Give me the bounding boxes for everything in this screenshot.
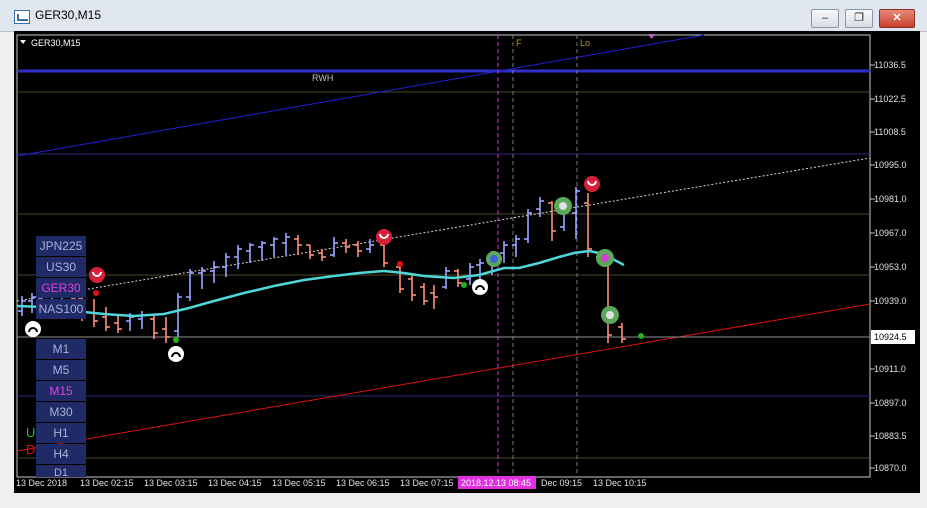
chart-area[interactable]: RWH F Lo GER30,M15 JPN225 US30 GER30 NAS… [14, 31, 920, 493]
timeframe-label-m30: M30 [49, 405, 73, 419]
price-label: 10995.0 [874, 160, 907, 170]
price-label: 10870.0 [874, 463, 907, 473]
minimize-button[interactable]: – [811, 9, 839, 28]
close-button[interactable]: ✕ [879, 9, 915, 28]
time-label: 13 Dec 10:15 [593, 478, 647, 488]
timeframe-label-h1: H1 [53, 426, 69, 440]
marker-lo-label: Lo [580, 38, 590, 48]
plot-background [17, 35, 870, 477]
symbol-label-us30: US30 [46, 260, 76, 274]
price-label: 10981.0 [874, 194, 907, 204]
time-label: 13 Dec 05:15 [272, 478, 326, 488]
time-label: 13 Dec 02:15 [80, 478, 134, 488]
timeframe-label-m15: M15 [49, 384, 73, 398]
symbol-label-jpn225: JPN225 [40, 239, 83, 253]
price-label: 11036.5 [874, 60, 906, 70]
rwh-label: RWH [312, 73, 333, 83]
price-label: 10883.5 [874, 431, 907, 441]
time-label: 13 Dec 07:15 [400, 478, 454, 488]
time-label: 13 Dec 2018 [16, 478, 67, 488]
time-label: 13 Dec 06:15 [336, 478, 390, 488]
down-letter: D [26, 442, 35, 457]
time-label: 13 Dec 03:15 [144, 478, 198, 488]
price-scale: 11036.5 11022.5 11008.5 10995.0 10981.0 … [870, 60, 915, 473]
price-label: 10953.0 [874, 262, 907, 272]
up-letter: U [26, 425, 35, 440]
price-label: 10897.0 [874, 398, 907, 408]
symbol-label-nas100: NAS100 [39, 302, 84, 316]
symbol-label-ger30: GER30 [41, 281, 81, 295]
timeframe-label-h4: H4 [53, 447, 69, 461]
time-axis: 13 Dec 2018 13 Dec 02:15 13 Dec 03:15 13… [16, 476, 647, 489]
marker-f-label: F [516, 38, 522, 48]
time-label: Dec 09:15 [541, 478, 582, 488]
timeframe-label-m1: M1 [53, 342, 70, 356]
price-label: 10939.0 [874, 296, 907, 306]
current-price-label: 10924.5 [874, 332, 907, 342]
window-title: GER30,M15 [35, 8, 102, 22]
price-label: 10967.0 [874, 228, 907, 238]
restore-button[interactable]: ❐ [845, 9, 873, 28]
timeframe-label-m5: M5 [53, 363, 70, 377]
selected-time-label: 2018.12.13 08:45 [461, 478, 531, 488]
bottom-strip [0, 493, 927, 508]
chart-canvas[interactable]: RWH F Lo GER30,M15 JPN225 US30 GER30 NAS… [14, 31, 920, 493]
chart-header: GER30,M15 [31, 38, 81, 48]
price-label: 11022.5 [874, 94, 906, 104]
time-label: 13 Dec 04:15 [208, 478, 262, 488]
window-titlebar[interactable]: GER30,M15 – ❐ ✕ [0, 0, 927, 32]
price-label: 11008.5 [874, 127, 906, 137]
chart-window-icon [14, 10, 30, 24]
price-label: 10911.0 [874, 364, 906, 374]
timeframe-list: M1 M5 M15 M30 H1 H4 D1 [36, 339, 86, 479]
